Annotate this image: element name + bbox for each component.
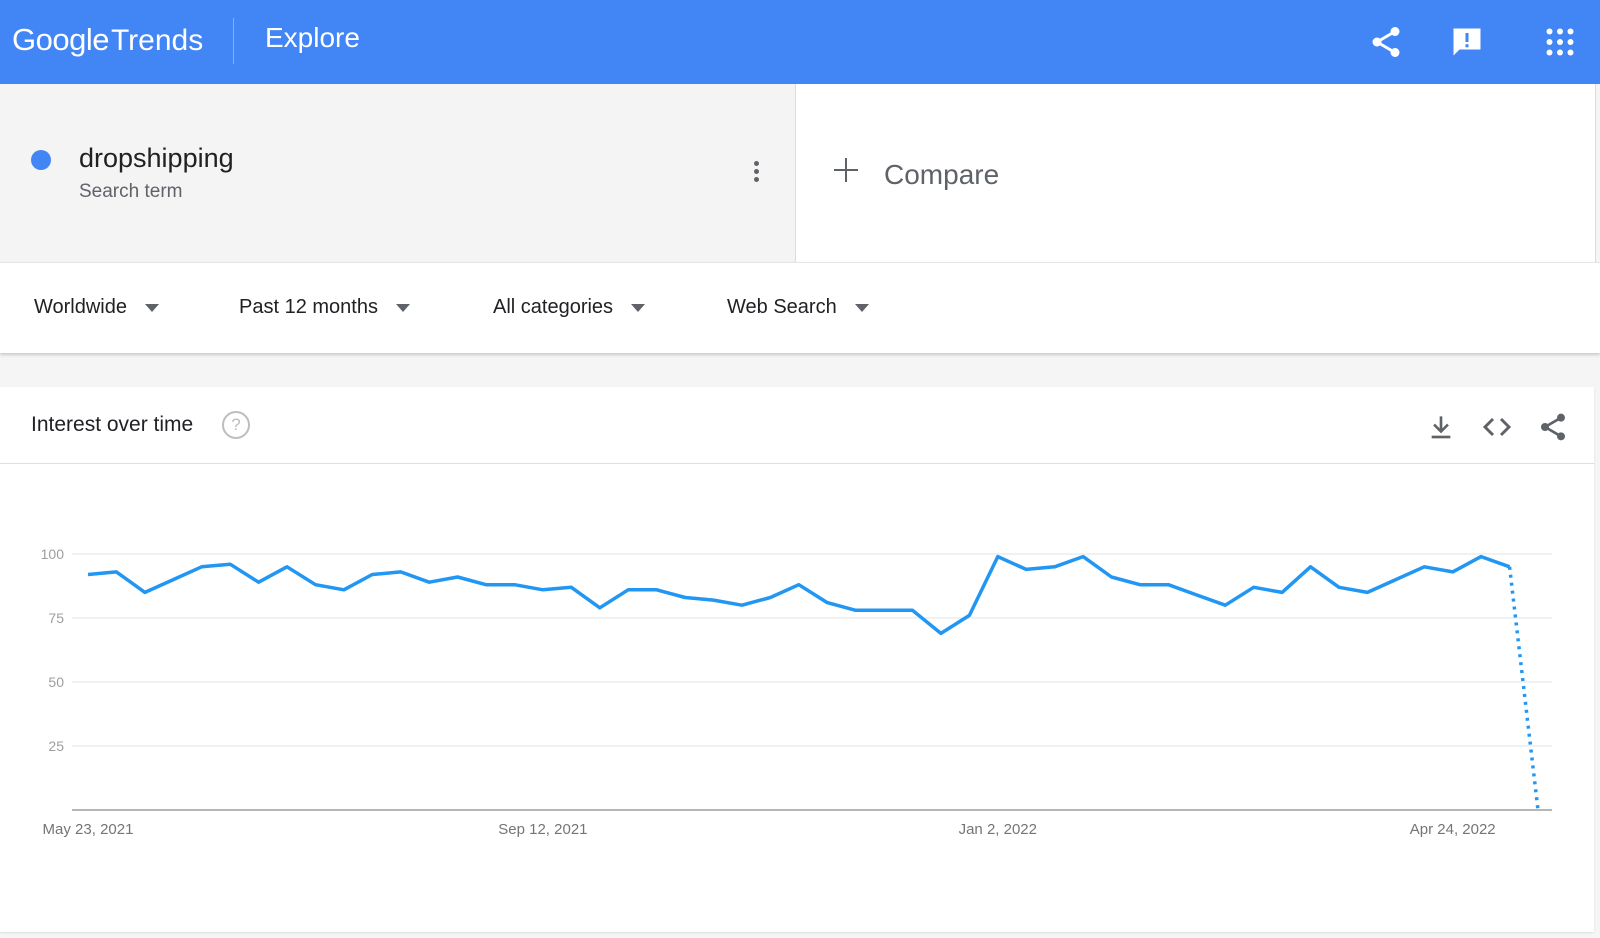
dropdown-arrow-icon bbox=[631, 303, 646, 312]
add-icon[interactable] bbox=[834, 158, 858, 182]
y-tick-label: 50 bbox=[48, 674, 64, 690]
dropdown-arrow-icon bbox=[145, 303, 159, 312]
search-term-type: Search term bbox=[79, 181, 183, 202]
region-dropdown[interactable]: Worldwide bbox=[34, 296, 159, 319]
x-tick-label: Sep 12, 2021 bbox=[498, 821, 587, 838]
filter-bar: Worldwide Past 12 months All categories … bbox=[0, 262, 1600, 353]
time-range-dropdown[interactable]: Past 12 months bbox=[239, 296, 410, 319]
search-type-label: Web Search bbox=[727, 296, 837, 318]
more-vert-icon[interactable] bbox=[746, 158, 766, 188]
logo-google-text: Google bbox=[12, 22, 109, 57]
compare-button[interactable]: Compare bbox=[884, 159, 999, 191]
share-icon[interactable] bbox=[1368, 24, 1404, 60]
x-tick-label: Jan 2, 2022 bbox=[959, 821, 1037, 838]
search-term-name[interactable]: dropshipping bbox=[79, 143, 234, 174]
dropdown-arrow-icon bbox=[854, 303, 869, 312]
y-tick-label: 75 bbox=[48, 610, 64, 626]
category-label: All categories bbox=[493, 296, 614, 318]
google-trends-logo[interactable]: Google Trends bbox=[12, 22, 203, 62]
region-label: Worldwide bbox=[34, 296, 127, 318]
series-partial-segment bbox=[1507, 566, 1540, 811]
logo-trends-text: Trends bbox=[110, 24, 204, 57]
y-tick-label: 100 bbox=[41, 546, 65, 562]
feedback-icon[interactable] bbox=[1449, 24, 1485, 60]
series-line-dropshipping bbox=[87, 554, 1511, 636]
interest-line-chart: 25 50 75 100 May 23, 2021 Sep 12, 2021 Jan 2, … bbox=[41, 546, 1552, 838]
interest-over-time-card: Interest over time ? 25 50 75 100 May 23, 20… bbox=[0, 387, 1594, 932]
apps-icon[interactable] bbox=[1542, 24, 1578, 60]
x-tick-label: May 23, 2021 bbox=[43, 821, 134, 838]
term-color-dot bbox=[31, 150, 51, 170]
search-type-dropdown[interactable]: Web Search bbox=[727, 296, 869, 319]
app-header: Google Trends Explore bbox=[0, 0, 1600, 84]
dropdown-arrow-icon bbox=[395, 303, 410, 312]
time-range-label: Past 12 months bbox=[239, 296, 378, 318]
x-tick-label: Apr 24, 2022 bbox=[1410, 821, 1496, 838]
y-tick-label: 25 bbox=[48, 738, 64, 754]
header-divider bbox=[233, 18, 234, 64]
category-dropdown[interactable]: All categories bbox=[493, 296, 646, 319]
page-title: Explore bbox=[265, 22, 360, 53]
